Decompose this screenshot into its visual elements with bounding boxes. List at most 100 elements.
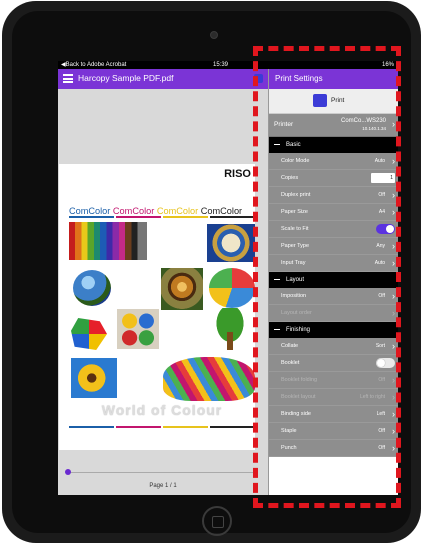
chevron-right-icon: › (392, 443, 395, 453)
setting-row-paper-size[interactable]: Paper Size A4 › (269, 204, 398, 221)
bottom-bar-yellow (163, 426, 208, 428)
setting-label: Binding side (281, 411, 311, 417)
setting-label: Punch (281, 445, 297, 451)
setting-value: Left (376, 411, 385, 417)
setting-row-booklet-layout[interactable]: Booklet layout Left to right › (269, 389, 398, 406)
setting-label: Booklet layout (281, 394, 316, 400)
chevron-right-icon: › (392, 426, 395, 436)
collapse-icon (274, 143, 280, 145)
page-slider-knob[interactable] (65, 469, 71, 475)
leopard-image (161, 268, 203, 310)
pdf-page: RISO ComColor ComColor ComColor ComColor… (59, 164, 255, 450)
printer-name: ComCo...WS230 (340, 118, 386, 124)
print-settings-panel: Print Settings Print Printer ComCo...WS2… (268, 69, 398, 495)
print-settings-icon[interactable] (254, 74, 263, 83)
puzzle-image (71, 318, 107, 350)
copies-input[interactable]: 1 (371, 173, 395, 183)
chevron-right-icon: › (392, 119, 395, 129)
riso-logo: RISO (224, 168, 251, 180)
sunflower-image (71, 358, 117, 398)
globe-image (73, 270, 111, 306)
chevron-right-icon: › (392, 308, 395, 318)
setting-label: Duplex print (281, 192, 311, 198)
back-to-acrobat-link[interactable]: ◀Back to Adobe Acrobat (61, 61, 126, 69)
section-basic[interactable]: Basic (269, 137, 398, 153)
setting-row-booklet[interactable]: Booklet (269, 355, 398, 372)
setting-row-imposition[interactable]: Imposition Off › (269, 288, 398, 305)
hamburger-menu-icon[interactable] (63, 74, 73, 83)
setting-value: Off (378, 377, 385, 383)
setting-label: Copies (281, 175, 299, 181)
setting-label: Paper Size (281, 209, 308, 215)
setting-value: Off (378, 445, 385, 451)
setting-row-scale-to-fit[interactable]: Scale to Fit (269, 221, 398, 238)
comcolor-row: ComColor ComColor ComColor ComColor (69, 206, 255, 216)
toggle-knob (386, 225, 394, 233)
section-finishing[interactable]: Finishing (269, 322, 398, 338)
setting-label: Input Tray (281, 260, 306, 266)
screen: ◀Back to Adobe Acrobat 15:39 16% Harcopy… (58, 61, 398, 495)
panel-title: Print Settings (269, 69, 398, 89)
collapse-icon (274, 328, 280, 330)
printer-icon (313, 94, 327, 107)
file-title: Harcopy Sample PDF.pdf (78, 73, 174, 83)
setting-label: Imposition (281, 293, 307, 299)
setting-label: Staple (281, 428, 297, 434)
section-label: Layout (286, 277, 305, 283)
home-button[interactable] (202, 506, 232, 536)
chevron-right-icon: › (392, 190, 395, 200)
setting-label: Collate (281, 343, 299, 349)
setting-value: A4 (378, 209, 385, 215)
clocks-image (207, 224, 255, 262)
home-square-icon (212, 516, 224, 528)
setting-value: Off (378, 428, 385, 434)
setting-value: Any (376, 243, 385, 249)
print-label: Print (331, 97, 345, 104)
chevron-right-icon: › (392, 375, 395, 385)
comcolor-word: ComColor (112, 206, 155, 216)
toggle-switch[interactable] (376, 224, 395, 234)
chevron-right-icon: › (392, 258, 395, 268)
print-button[interactable]: Print (269, 89, 398, 114)
setting-label: Color Mode (281, 158, 310, 164)
battery-indicator: 16% (381, 62, 394, 68)
chevron-right-icon: › (392, 409, 395, 419)
color-bar-black (210, 216, 255, 218)
setting-label: Layout order (281, 310, 312, 316)
setting-row-paper-type[interactable]: Paper Type Any › (269, 238, 398, 255)
setting-row-punch[interactable]: Punch Off › (269, 440, 398, 457)
color-bar-yellow (163, 216, 208, 218)
pdf-viewer[interactable]: RISO ComColor ComColor ComColor ComColor… (58, 89, 268, 495)
setting-row-duplex-print[interactable]: Duplex print Off › (269, 187, 398, 204)
setting-value: Auto (374, 158, 385, 164)
bottom-bar-blue (69, 426, 114, 428)
bottom-bar-black (210, 426, 255, 428)
status-time: 15:39 (213, 62, 229, 68)
printer-value: ComCo...WS230 10.140.1.34 (341, 117, 386, 133)
setting-row-copies[interactable]: Copies 1 (269, 170, 398, 187)
setting-row-staple[interactable]: Staple Off › (269, 423, 398, 440)
setting-row-layout-order[interactable]: Layout order › (269, 305, 398, 322)
setting-row-color-mode[interactable]: Color Mode Auto › (269, 153, 398, 170)
setting-row-binding-side[interactable]: Binding side Left › (269, 406, 398, 423)
printer-selector[interactable]: Printer ComCo...WS230 10.140.1.34 › (269, 114, 398, 137)
page-slider-track[interactable] (68, 472, 258, 473)
page-indicator: Page 1 / 1 (149, 483, 177, 489)
toggle-knob (377, 359, 385, 367)
status-bar: ◀Back to Adobe Acrobat 15:39 16% (58, 61, 398, 69)
setting-row-booklet-folding[interactable]: Booklet folding Off › (269, 372, 398, 389)
chevron-right-icon: › (392, 291, 395, 301)
setting-row-collate[interactable]: Collate Sort › (269, 338, 398, 355)
setting-label: Paper Type (281, 243, 310, 249)
section-layout[interactable]: Layout (269, 272, 398, 288)
setting-label: Booklet folding (281, 377, 318, 383)
world-of-colour-text: World of Colour (101, 402, 223, 418)
toggle-switch[interactable] (376, 358, 395, 368)
setting-row-input-tray[interactable]: Input Tray Auto › (269, 255, 398, 272)
pie-chart-image (209, 268, 255, 308)
color-bar-blue (69, 216, 114, 218)
paint-cans-image (117, 309, 159, 349)
camera-icon (210, 31, 218, 39)
comcolor-word: ComColor (156, 206, 199, 216)
color-bar-magenta (116, 216, 161, 218)
